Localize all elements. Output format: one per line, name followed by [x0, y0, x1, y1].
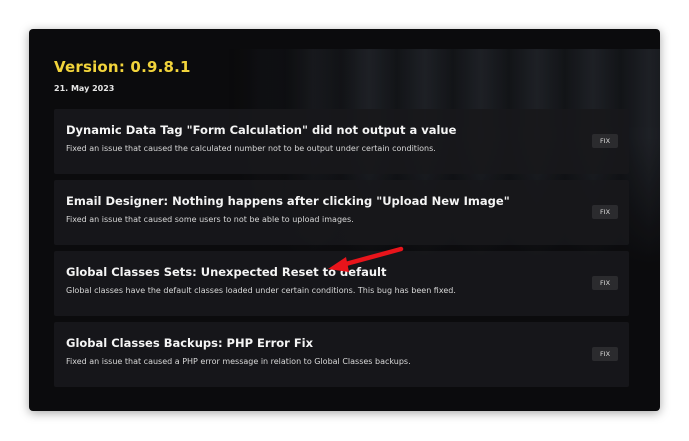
change-title: Dynamic Data Tag "Form Calculation" did …: [66, 123, 457, 137]
change-item-global-classes-backups: Global Classes Backups: PHP Error Fix Fi…: [54, 322, 629, 387]
change-description: Fixed an issue that caused some users to…: [66, 215, 354, 224]
fix-badge: FIX: [592, 205, 618, 219]
change-description: Global classes have the default classes …: [66, 286, 456, 295]
fix-badge: FIX: [592, 347, 618, 361]
page: Version: 0.9.8.1 21. May 2023 Dynamic Da…: [0, 0, 689, 441]
fix-badge: FIX: [592, 134, 618, 148]
change-title: Global Classes Backups: PHP Error Fix: [66, 336, 314, 350]
fix-badge: FIX: [592, 276, 618, 290]
version-title: Version: 0.9.8.1: [54, 58, 191, 76]
change-description: Fixed an issue that caused the calculate…: [66, 144, 436, 153]
arrow-icon: [328, 246, 404, 272]
change-item-form-calculation: Dynamic Data Tag "Form Calculation" did …: [54, 109, 629, 174]
change-item-email-designer: Email Designer: Nothing happens after cl…: [54, 180, 629, 245]
release-date: 21. May 2023: [54, 84, 115, 93]
change-description: Fixed an issue that caused a PHP error m…: [66, 357, 411, 366]
change-title: Email Designer: Nothing happens after cl…: [66, 194, 510, 208]
